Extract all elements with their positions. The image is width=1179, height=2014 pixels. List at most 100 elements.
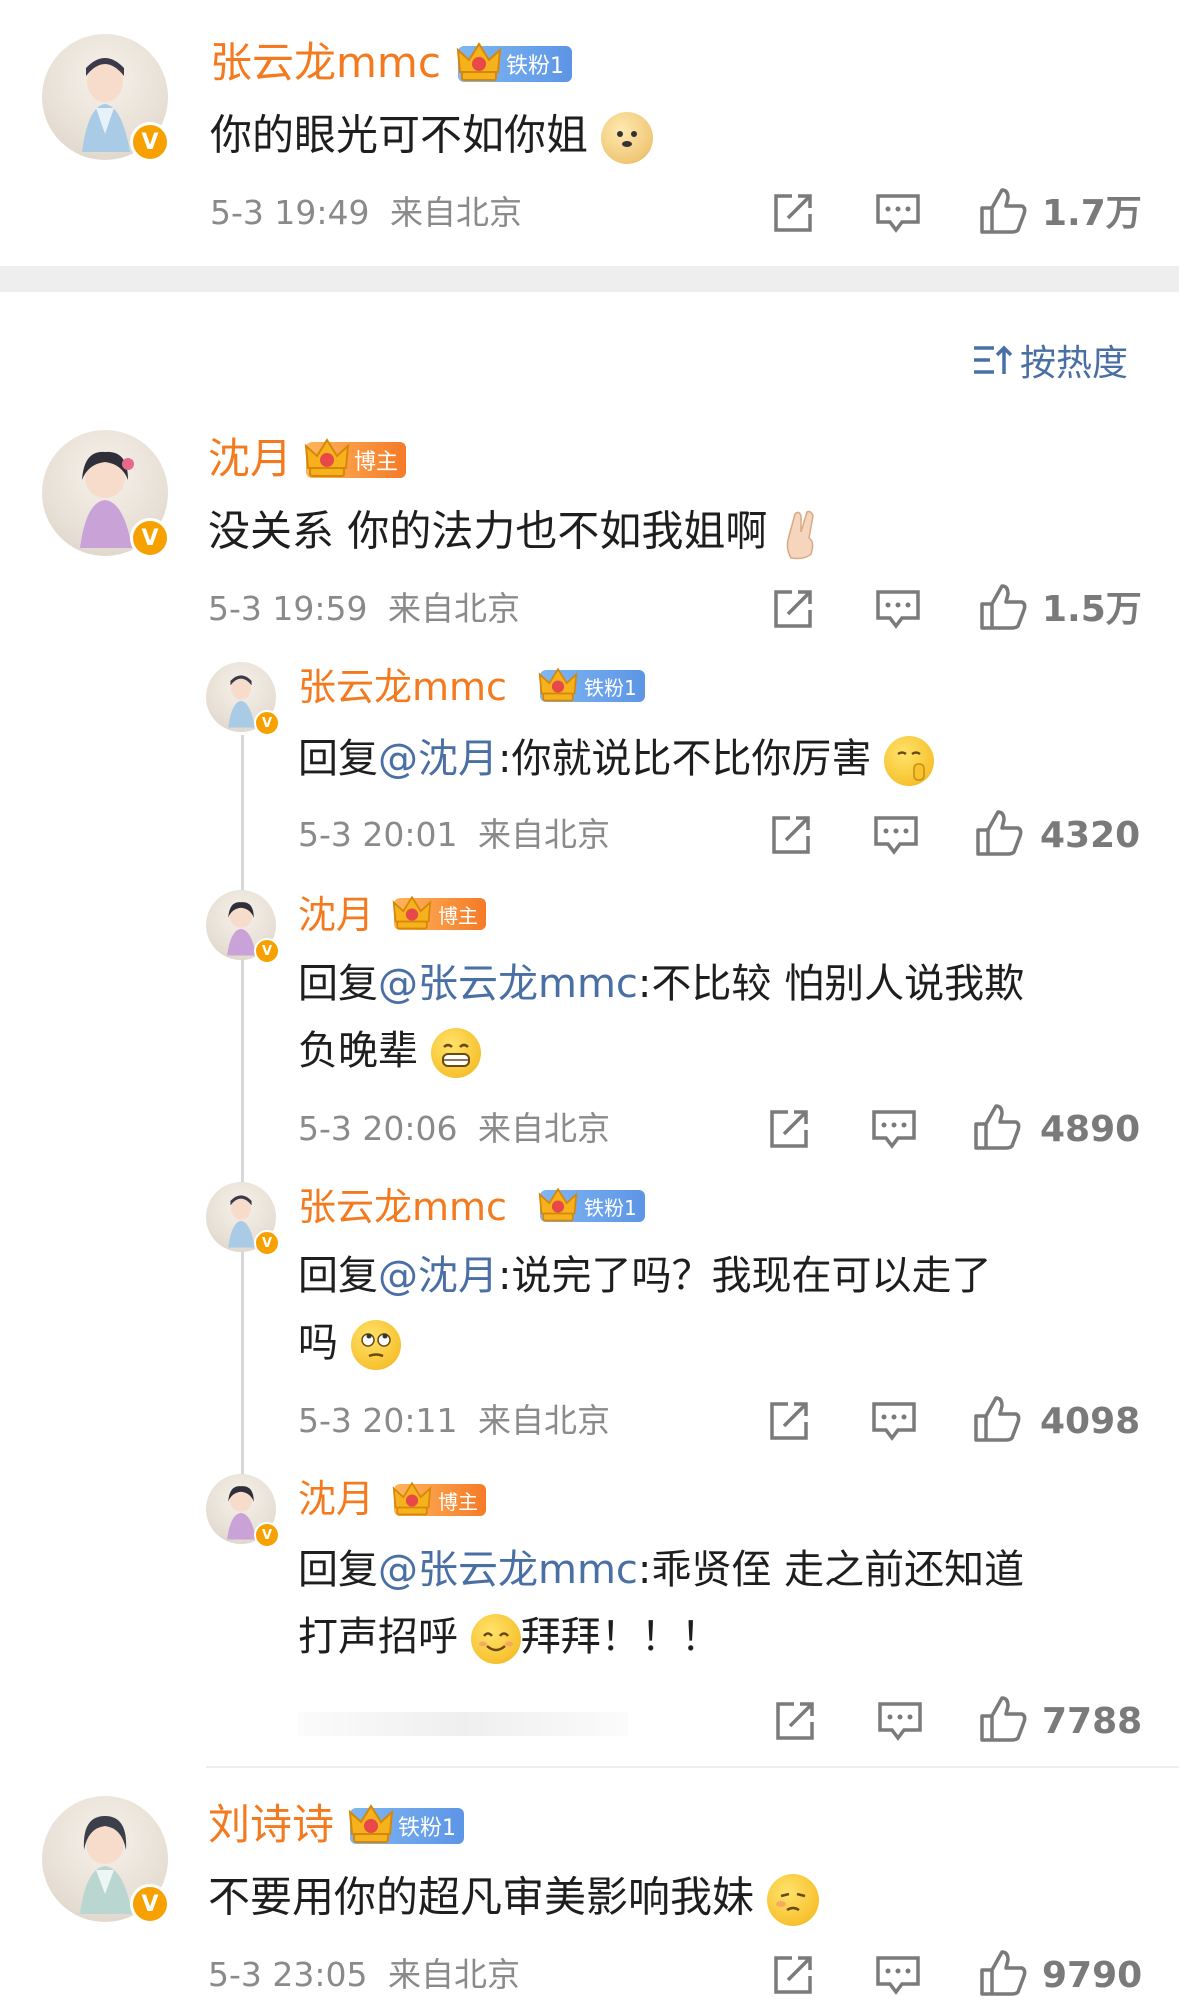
avatar[interactable]: V — [206, 1474, 280, 1548]
verified-badge-icon: V — [130, 518, 170, 558]
reply-mention-link[interactable]: @张云龙mmc — [378, 961, 638, 1007]
fan-badge[interactable]: 铁粉1 — [348, 1804, 464, 1844]
section-divider — [0, 266, 1179, 292]
comment-text: 不要用你的超凡审美影响我妹 — [208, 1872, 820, 1926]
comment-icon[interactable] — [870, 1398, 918, 1444]
reply-text-content-2: 打声招呼 — [298, 1614, 458, 1660]
share-icon[interactable] — [770, 190, 816, 236]
crown-icon — [538, 1187, 578, 1222]
thumbs-up-icon[interactable] — [978, 186, 1028, 236]
blogger-badge-label: 博主 — [438, 903, 478, 928]
reply-author-name[interactable]: 张云龙mmc — [298, 1188, 507, 1226]
comment-icon[interactable] — [874, 190, 922, 236]
blogger-badge[interactable]: 博主 — [392, 1481, 486, 1516]
comment-icon[interactable] — [872, 812, 920, 858]
like-count: 1.7万 — [1042, 193, 1142, 234]
thumbs-up-icon[interactable] — [974, 808, 1024, 858]
reply-mention-link[interactable]: @张云龙mmc — [378, 1547, 638, 1593]
blogger-badge-label: 博主 — [354, 450, 399, 475]
fan-badge-label: 铁粉1 — [398, 1816, 456, 1841]
crown-icon — [304, 438, 350, 477]
fan-badge[interactable]: 铁粉1 — [538, 667, 645, 702]
like-count: 9790 — [1042, 1955, 1143, 1996]
comment-text-content: 没关系 你的法力也不如我姐啊 — [208, 506, 768, 556]
comment-time: 5-3 23:05 — [208, 1955, 368, 1994]
comment-location: 来自北京 — [388, 1955, 520, 1994]
comment-text: 你的眼光可不如你姐 — [210, 112, 654, 164]
crown-icon — [392, 895, 432, 930]
reply-author-name[interactable]: 沈月 — [298, 896, 374, 934]
share-icon[interactable] — [770, 586, 816, 632]
comment-icon[interactable] — [874, 1952, 922, 1998]
blogger-badge-label: 博主 — [438, 1489, 478, 1514]
reply-author-name[interactable]: 沈月 — [298, 1480, 374, 1518]
thumbs-up-icon[interactable] — [978, 582, 1028, 632]
smile-emoji-icon — [470, 1614, 521, 1664]
blogger-badge[interactable]: 博主 — [392, 895, 486, 930]
comment-icon[interactable] — [870, 1106, 918, 1152]
share-icon[interactable] — [768, 812, 814, 858]
finger-cross-emoji-icon — [781, 508, 821, 560]
share-icon[interactable] — [766, 1398, 812, 1444]
reply-text-content: :你就说比不比你厉害 — [498, 736, 872, 782]
reply-meta-blurred — [298, 1712, 628, 1736]
reply-location: 来自北京 — [478, 815, 610, 854]
reply-author-name[interactable]: 张云龙mmc — [298, 668, 507, 706]
comment-time: 5-3 19:49 — [210, 193, 370, 232]
sort-icon — [974, 345, 1012, 374]
fan-badge-label: 铁粉1 — [506, 54, 564, 79]
avatar[interactable]: V — [206, 890, 280, 964]
share-icon[interactable] — [770, 1952, 816, 1998]
reply-text: 回复@沈月:说完了吗？我现在可以走了 — [298, 1256, 991, 1296]
reply-prefix: 回复 — [298, 961, 378, 1007]
comment-meta: 5-3 19:49 来自北京 — [210, 196, 522, 229]
reply-text-content-3: 拜拜！！！ — [520, 1614, 721, 1660]
comment-author-name[interactable]: 张云龙mmc — [210, 42, 441, 84]
reply-mention-link[interactable]: @沈月 — [378, 736, 498, 782]
thumbs-up-icon[interactable] — [978, 1948, 1028, 1998]
reply-prefix: 回复 — [298, 736, 378, 782]
comment-text-content: 不要用你的超凡审美影响我妹 — [208, 1872, 755, 1922]
crown-icon — [392, 1481, 432, 1516]
comment-author-name[interactable]: 沈月 — [208, 438, 292, 480]
comment-meta: 5-3 23:05 来自北京 — [208, 1958, 520, 1991]
avatar[interactable]: V — [42, 34, 170, 162]
verified-badge-icon: V — [254, 1230, 280, 1256]
reply-meta: 5-3 20:11 来自北京 — [298, 1404, 610, 1437]
avatar[interactable]: V — [42, 430, 170, 558]
comment-icon[interactable] — [876, 1698, 924, 1744]
reply-time: 5-3 20:06 — [298, 1109, 458, 1148]
avatar[interactable]: V — [206, 1182, 280, 1256]
reply-mention-link[interactable]: @沈月 — [378, 1253, 498, 1299]
sort-control[interactable]: 按热度 — [972, 340, 1128, 384]
reply-text: 回复@张云龙mmc:不比较 怕别人说我欺 — [298, 964, 1024, 1004]
reply-text-content-2: 吗 — [298, 1320, 338, 1366]
fan-badge[interactable]: 铁粉1 — [538, 1187, 645, 1222]
share-icon[interactable] — [766, 1106, 812, 1152]
thumbs-up-icon[interactable] — [972, 1394, 1022, 1444]
sort-label: 按热度 — [1020, 343, 1129, 384]
reply-text-content: :不比较 怕别人说我欺 — [637, 961, 1025, 1007]
like-count: 4320 — [1040, 815, 1141, 856]
reply-thread-line — [241, 735, 244, 1505]
reply-text-content: :乖贤侄 走之前还知道 — [637, 1547, 1025, 1593]
comment-author-name[interactable]: 刘诗诗 — [208, 1804, 334, 1846]
fan-badge[interactable]: 铁粉1 — [456, 42, 572, 82]
fan-badge-label: 铁粉1 — [584, 675, 637, 700]
thumbs-up-icon[interactable] — [972, 1102, 1022, 1152]
reply-text-line2: 打声招呼 拜拜！！！ — [298, 1614, 721, 1664]
crown-icon — [538, 667, 578, 702]
reply-meta: 5-3 20:06 来自北京 — [298, 1112, 610, 1145]
share-icon[interactable] — [772, 1698, 818, 1744]
fan-badge-label: 铁粉1 — [584, 1195, 637, 1220]
avatar[interactable]: V — [42, 1796, 170, 1924]
reply-text-content-2: 负晚辈 — [298, 1028, 418, 1074]
blogger-badge[interactable]: 博主 — [304, 438, 407, 478]
reply-text: 回复@沈月:你就说比不比你厉害 — [298, 736, 935, 786]
avatar[interactable]: V — [206, 662, 280, 736]
crown-icon — [348, 1804, 394, 1843]
comment-location: 来自北京 — [390, 193, 522, 232]
thumbs-up-icon[interactable] — [978, 1694, 1028, 1744]
comment-icon[interactable] — [874, 586, 922, 632]
verified-badge-icon: V — [254, 938, 280, 964]
